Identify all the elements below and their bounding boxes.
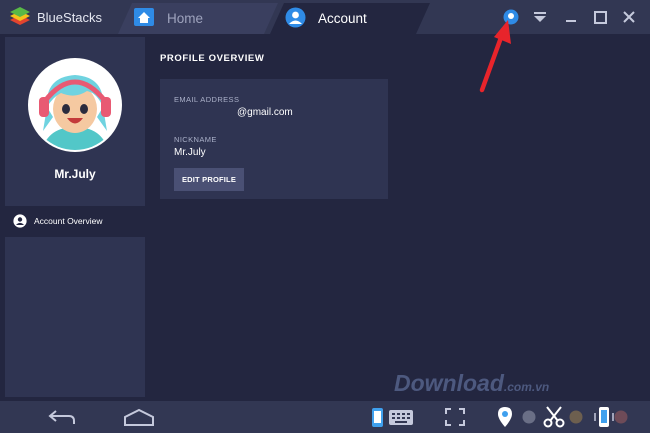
tab-home-label: Home — [167, 11, 204, 26]
back-arrow-icon — [48, 410, 75, 424]
maximize-button[interactable] — [589, 6, 611, 28]
expand-icon — [445, 408, 465, 426]
account-icon — [285, 7, 306, 28]
watermark-suffix: .com.vn — [503, 380, 550, 394]
circle-icon — [522, 410, 536, 424]
email-label: EMAIL ADDRESS — [174, 95, 240, 104]
circle-icon — [614, 410, 628, 424]
dot-button-1[interactable] — [519, 405, 539, 429]
app-name: BlueStacks — [37, 10, 103, 25]
dot-button-2[interactable] — [567, 405, 585, 429]
nickname-value: Mr.July — [174, 147, 206, 158]
fullscreen-button[interactable] — [443, 405, 467, 429]
watermark: Download.com.vn — [394, 370, 549, 397]
sidebar-item-label: Account Overview — [34, 216, 103, 226]
edit-profile-button[interactable]: EDIT PROFILE — [174, 168, 244, 191]
keyboard-toggle-button[interactable] — [368, 405, 416, 429]
back-button[interactable] — [46, 405, 78, 429]
screenshot-button[interactable] — [541, 405, 567, 429]
profile-name: Mr.July — [54, 167, 96, 181]
sidebar-panel — [5, 237, 145, 397]
dropdown-menu-icon — [534, 12, 546, 22]
phone-keyboard-icon — [372, 408, 413, 427]
sidebar-item-account-overview[interactable]: Account Overview — [5, 207, 145, 235]
home-button[interactable] — [122, 405, 156, 429]
minimize-icon — [566, 20, 576, 22]
nickname-label: NICKNAME — [174, 135, 217, 144]
bluestacks-window: { "app": { "name": "BlueStacks" }, "tabs… — [0, 0, 650, 433]
profile-card: Mr.July — [5, 37, 145, 206]
bluestacks-logo-icon — [10, 7, 30, 25]
maximize-icon — [593, 10, 607, 24]
profile-info-card: EMAIL ADDRESS @gmail.com NICKNAME Mr.Jul… — [160, 79, 388, 199]
tab-account-label: Account — [318, 11, 367, 26]
user-circle-icon — [13, 214, 27, 228]
close-button[interactable] — [618, 6, 640, 28]
avatar — [28, 58, 122, 152]
location-pin-icon — [498, 407, 512, 427]
close-icon — [623, 11, 635, 23]
dot-button-3[interactable] — [613, 405, 629, 429]
bottom-toolbar — [0, 401, 650, 433]
page-title: PROFILE OVERVIEW — [160, 53, 265, 64]
watermark-main: Download — [394, 370, 504, 396]
circle-icon — [569, 410, 583, 424]
minimize-button[interactable] — [560, 6, 582, 28]
email-value: @gmail.com — [237, 107, 293, 118]
title-bar: BlueStacks Home Account — [0, 0, 650, 34]
scissors-icon — [543, 406, 565, 428]
location-button[interactable] — [495, 405, 515, 429]
home-icon — [134, 8, 154, 26]
home-outline-icon — [124, 408, 154, 426]
menu-dropdown-button[interactable] — [529, 6, 551, 28]
annotation-arrow-icon — [479, 20, 511, 93]
